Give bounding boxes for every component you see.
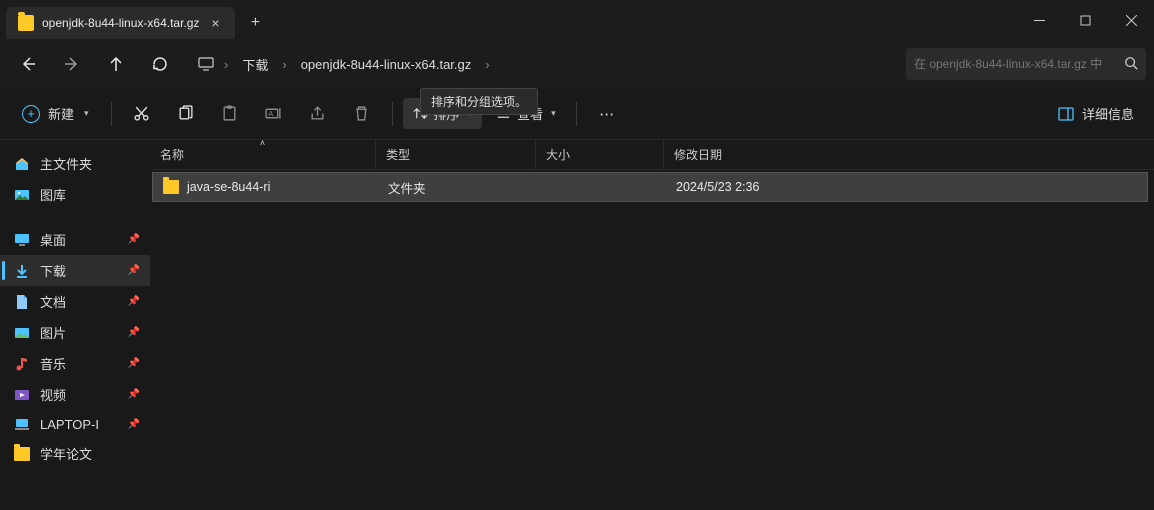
- col-date[interactable]: 修改日期: [663, 140, 813, 169]
- sort-asc-icon: ˄: [260, 138, 265, 148]
- new-label: 新建: [48, 104, 74, 123]
- folder-icon: [163, 180, 179, 194]
- download-icon: [14, 263, 30, 279]
- refresh-button[interactable]: [140, 46, 180, 82]
- maximize-button[interactable]: [1062, 0, 1108, 40]
- sidebar-item-downloads[interactable]: 下载 📌: [0, 255, 150, 286]
- tooltip: 排序和分组选项。: [420, 88, 538, 115]
- pin-icon[interactable]: 📌: [128, 419, 140, 430]
- forward-button[interactable]: [52, 46, 92, 82]
- row-name: java-se-8u44-ri: [187, 180, 270, 194]
- table-row[interactable]: java-se-8u44-ri 文件夹 2024/5/23 2:36: [152, 172, 1148, 202]
- document-icon: [14, 294, 30, 310]
- sidebar-item-desktop[interactable]: 桌面 📌: [0, 224, 150, 255]
- new-button[interactable]: + 新建 ▾: [10, 98, 101, 129]
- svg-text:A: A: [268, 109, 273, 118]
- folder-icon: [14, 446, 30, 462]
- copy-button[interactable]: [166, 96, 206, 132]
- sidebar-item-gallery[interactable]: 图库: [0, 179, 150, 210]
- separator: [576, 102, 577, 126]
- row-date: 2024/5/23 2:36: [676, 180, 759, 194]
- rename-button[interactable]: A: [254, 96, 294, 132]
- chevron-right-icon[interactable]: ›: [483, 57, 491, 72]
- sidebar-item-videos[interactable]: 视频 📌: [0, 379, 150, 410]
- details-label: 详细信息: [1082, 104, 1134, 123]
- sidebar-item-laptop[interactable]: LAPTOP-I 📌: [0, 410, 150, 438]
- pin-icon[interactable]: 📌: [128, 296, 140, 307]
- pin-icon[interactable]: 📌: [128, 327, 140, 338]
- breadcrumb: › 下载 › openjdk-8u44-linux-x64.tar.gz ›: [192, 49, 902, 80]
- details-pane-button[interactable]: 详细信息: [1048, 98, 1144, 129]
- pin-icon[interactable]: 📌: [128, 389, 140, 400]
- tab-close-button[interactable]: ×: [207, 15, 223, 31]
- pin-icon[interactable]: 📌: [128, 265, 140, 276]
- row-type: 文件夹: [388, 178, 426, 197]
- search-input[interactable]: [914, 57, 1116, 71]
- pin-icon[interactable]: 📌: [128, 234, 140, 245]
- back-button[interactable]: [8, 46, 48, 82]
- separator: [392, 102, 393, 126]
- plus-icon: +: [22, 105, 40, 123]
- chevron-right-icon[interactable]: ›: [280, 57, 288, 72]
- tab[interactable]: openjdk-8u44-linux-x64.tar.gz ×: [6, 7, 235, 39]
- pin-icon[interactable]: 📌: [128, 358, 140, 369]
- col-name[interactable]: 名称 ˄: [150, 140, 375, 169]
- chevron-right-icon[interactable]: ›: [222, 57, 230, 72]
- pictures-icon: [14, 325, 30, 341]
- more-button[interactable]: ⋯: [587, 96, 627, 132]
- gallery-icon: [14, 187, 30, 203]
- cut-button[interactable]: [122, 96, 162, 132]
- add-tab-button[interactable]: +: [239, 7, 271, 39]
- archive-icon: [18, 15, 34, 31]
- tab-title: openjdk-8u44-linux-x64.tar.gz: [42, 16, 199, 30]
- sidebar-item-papers[interactable]: 学年论文: [0, 438, 150, 469]
- separator: [111, 102, 112, 126]
- crumb-downloads[interactable]: 下载: [232, 49, 278, 80]
- search-box[interactable]: [906, 48, 1146, 80]
- sidebar-item-pictures[interactable]: 图片 📌: [0, 317, 150, 348]
- paste-button[interactable]: [210, 96, 250, 132]
- laptop-icon: [14, 416, 30, 432]
- delete-button[interactable]: [342, 96, 382, 132]
- desktop-icon: [14, 232, 30, 248]
- share-button[interactable]: [298, 96, 338, 132]
- search-icon[interactable]: [1124, 56, 1138, 73]
- col-type[interactable]: 类型: [375, 140, 535, 169]
- minimize-button[interactable]: [1016, 0, 1062, 40]
- sidebar-item-documents[interactable]: 文档 📌: [0, 286, 150, 317]
- col-size[interactable]: 大小: [535, 140, 663, 169]
- video-icon: [14, 387, 30, 403]
- sidebar-item-home[interactable]: 主文件夹: [0, 148, 150, 179]
- close-window-button[interactable]: [1108, 0, 1154, 40]
- music-icon: [14, 356, 30, 372]
- sidebar-item-music[interactable]: 音乐 📌: [0, 348, 150, 379]
- home-icon: [14, 156, 30, 172]
- up-button[interactable]: [96, 46, 136, 82]
- chevron-down-icon: ▾: [551, 108, 556, 119]
- chevron-down-icon: ▾: [84, 108, 89, 119]
- pc-icon[interactable]: [192, 50, 220, 78]
- column-headers: 名称 ˄ 类型 大小 修改日期: [150, 140, 1154, 170]
- crumb-archive[interactable]: openjdk-8u44-linux-x64.tar.gz: [291, 51, 482, 78]
